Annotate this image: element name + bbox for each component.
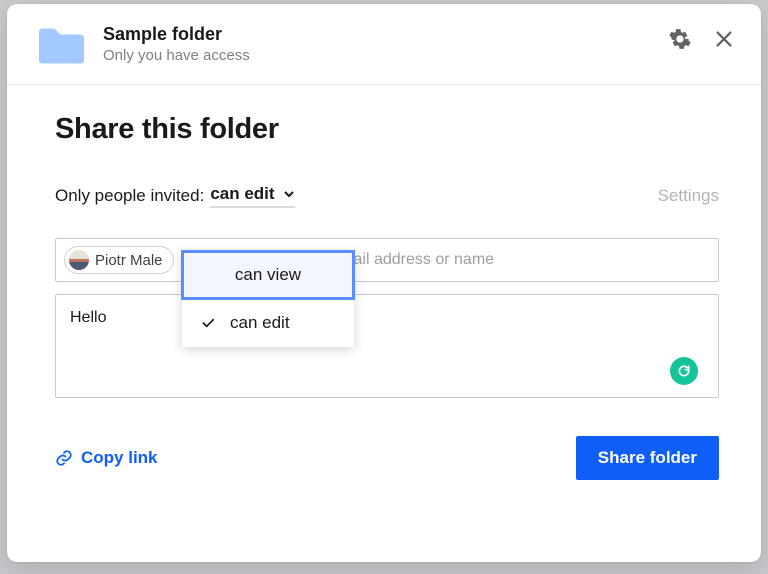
share-title: Share this folder (55, 113, 719, 146)
permission-left: Only people invited: can edit (55, 184, 295, 208)
dropdown-option-label: can edit (230, 313, 290, 333)
gear-icon[interactable] (669, 28, 691, 50)
permission-dropdown-menu: can view can edit (182, 251, 354, 347)
chevron-down-icon (283, 188, 295, 200)
check-icon (200, 315, 216, 331)
modal-header: Sample folder Only you have access (7, 4, 761, 85)
permission-current: can edit (210, 184, 274, 204)
avatar (69, 250, 89, 270)
dropdown-option-label: can view (235, 265, 301, 285)
link-icon (55, 449, 73, 467)
recipient-chip[interactable]: Piotr Male (64, 246, 174, 274)
dropdown-option-can-view[interactable]: can view (182, 251, 354, 299)
message-text: Hello (70, 309, 106, 326)
dropdown-option-can-edit[interactable]: can edit (182, 299, 354, 347)
permission-prefix: Only people invited: (55, 186, 204, 206)
header-text: Sample folder Only you have access (103, 24, 669, 64)
permission-row: Only people invited: can edit Settings (55, 184, 719, 208)
close-icon[interactable] (713, 28, 735, 50)
grammarly-icon[interactable] (670, 357, 698, 385)
recipients-placeholder: ail address or name (354, 251, 495, 269)
access-subtitle: Only you have access (103, 47, 669, 64)
folder-title: Sample folder (103, 24, 669, 45)
modal-body: Share this folder Only people invited: c… (7, 85, 761, 408)
permission-dropdown-trigger[interactable]: can edit (210, 184, 294, 208)
recipients-input[interactable]: Piotr Male ail address or name (55, 238, 719, 282)
copy-link-label: Copy link (81, 448, 158, 468)
recipient-chip-label: Piotr Male (95, 252, 163, 269)
share-folder-button[interactable]: Share folder (576, 436, 719, 480)
message-textarea[interactable]: Hello (55, 294, 719, 398)
modal-footer: Copy link Share folder (7, 408, 761, 480)
share-modal: Sample folder Only you have access Share… (7, 4, 761, 562)
copy-link-button[interactable]: Copy link (55, 448, 158, 468)
header-actions (669, 28, 735, 50)
settings-link[interactable]: Settings (658, 186, 719, 206)
folder-icon (37, 26, 85, 66)
